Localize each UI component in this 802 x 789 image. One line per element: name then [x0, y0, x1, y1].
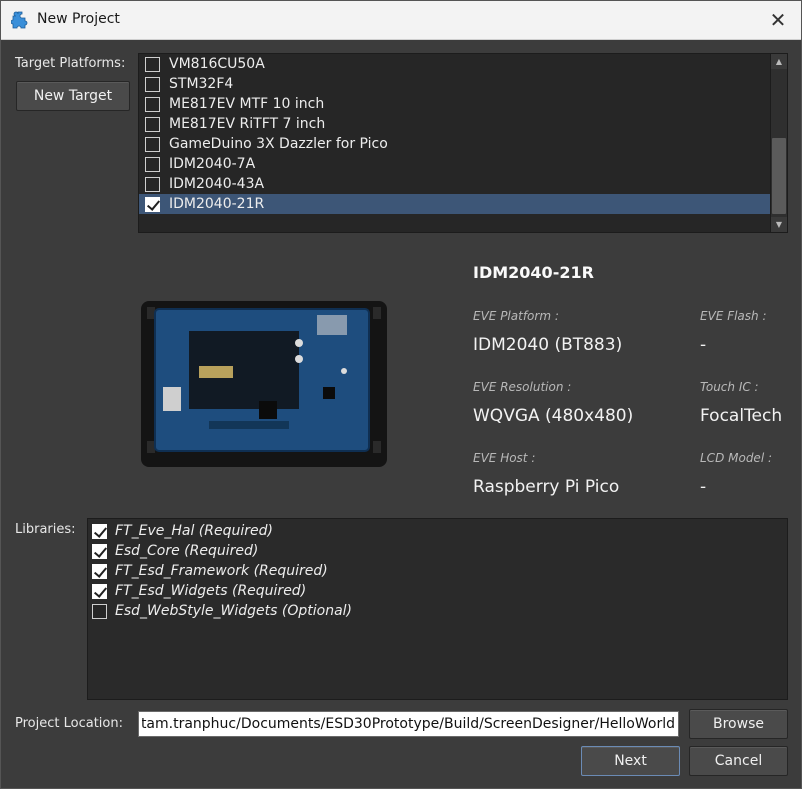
platform-checkbox-checked[interactable] — [145, 196, 160, 212]
platform-label: IDM2040-7A — [169, 156, 256, 172]
touch-ic-key: Touch IC : — [700, 380, 759, 394]
library-label: FT_Esd_Widgets (Required) — [115, 583, 307, 599]
library-row[interactable]: FT_Esd_Framework (Required) — [92, 561, 328, 581]
platform-list-scrollbar[interactable]: ▲ ▼ — [770, 54, 787, 232]
libraries-label: Libraries: — [15, 522, 76, 537]
eve-resolution-key: EVE Resolution : — [473, 380, 572, 394]
platform-checkbox[interactable] — [145, 116, 160, 132]
library-row[interactable]: FT_Eve_Hal (Required) — [92, 521, 273, 541]
eve-host-key: EVE Host : — [473, 451, 536, 465]
library-row[interactable]: Esd_WebStyle_Widgets (Optional) — [92, 601, 352, 621]
title-bar: New Project ✕ — [1, 1, 801, 40]
project-location-label: Project Location: — [15, 716, 123, 731]
scroll-up-arrow-icon[interactable]: ▲ — [771, 54, 787, 69]
scroll-down-arrow-icon[interactable]: ▼ — [771, 217, 787, 232]
target-platforms-label: Target Platforms: — [15, 56, 126, 71]
library-row[interactable]: FT_Esd_Widgets (Required) — [92, 581, 306, 601]
eve-flash-key: EVE Flash : — [700, 309, 767, 323]
libraries-list[interactable]: FT_Eve_Hal (Required) Esd_Core (Required… — [87, 518, 788, 700]
eve-flash-value: - — [700, 335, 707, 355]
platform-row[interactable]: STM32F4 — [139, 74, 771, 94]
platform-list[interactable]: VM816CU50A STM32F4 ME817EV MTF 10 inch M… — [138, 53, 788, 233]
library-label: Esd_Core (Required) — [115, 543, 259, 559]
eve-resolution-value: WQVGA (480x480) — [473, 406, 634, 426]
library-checkbox[interactable] — [92, 603, 107, 619]
window-title: New Project — [37, 11, 120, 27]
new-project-dialog: New Project ✕ Target Platforms: New Targ… — [0, 0, 802, 789]
platform-checkbox[interactable] — [145, 156, 160, 172]
platform-checkbox[interactable] — [145, 176, 160, 192]
platform-row-selected[interactable]: IDM2040-21R — [139, 194, 771, 214]
platform-row[interactable]: ME817EV RiTFT 7 inch — [139, 114, 771, 134]
touch-ic-value: FocalTech — [700, 406, 783, 426]
platform-label: GameDuino 3X Dazzler for Pico — [169, 136, 388, 152]
platform-label: IDM2040-21R — [169, 196, 265, 212]
platform-label: ME817EV MTF 10 inch — [169, 96, 325, 112]
platform-checkbox[interactable] — [145, 76, 160, 92]
cancel-button[interactable]: Cancel — [689, 746, 788, 776]
eve-platform-key: EVE Platform : — [473, 309, 559, 323]
scrollbar-thumb[interactable] — [772, 138, 786, 214]
platform-checkbox[interactable] — [145, 56, 160, 72]
library-checkbox-checked[interactable] — [92, 523, 107, 539]
platform-label: IDM2040-43A — [169, 176, 265, 192]
library-label: FT_Esd_Framework (Required) — [115, 563, 328, 579]
lcd-model-value: - — [700, 477, 707, 497]
platform-row[interactable]: ME817EV MTF 10 inch — [139, 94, 771, 114]
library-label: FT_Eve_Hal (Required) — [115, 523, 273, 539]
platform-checkbox[interactable] — [145, 136, 160, 152]
platform-label: STM32F4 — [169, 76, 234, 92]
device-title: IDM2040-21R — [473, 263, 594, 282]
app-puzzle-icon — [11, 11, 28, 29]
platform-label: VM816CU50A — [169, 56, 265, 72]
library-checkbox-checked[interactable] — [92, 563, 107, 579]
platform-row[interactable]: IDM2040-43A — [139, 174, 771, 194]
project-location-field[interactable] — [139, 712, 678, 736]
platform-row[interactable]: GameDuino 3X Dazzler for Pico — [139, 134, 771, 154]
platform-label: ME817EV RiTFT 7 inch — [169, 116, 326, 132]
next-button[interactable]: Next — [581, 746, 680, 776]
library-row[interactable]: Esd_Core (Required) — [92, 541, 258, 561]
library-checkbox-checked[interactable] — [92, 583, 107, 599]
browse-button[interactable]: Browse — [689, 709, 788, 739]
new-target-button[interactable]: New Target — [16, 81, 130, 111]
library-checkbox-checked[interactable] — [92, 543, 107, 559]
platform-checkbox[interactable] — [145, 96, 160, 112]
library-label: Esd_WebStyle_Widgets (Optional) — [115, 603, 353, 619]
eve-host-value: Raspberry Pi Pico — [473, 477, 620, 497]
platform-row[interactable]: IDM2040-7A — [139, 154, 771, 174]
lcd-model-key: LCD Model : — [700, 451, 773, 465]
close-icon[interactable]: ✕ — [765, 7, 791, 33]
eve-platform-value: IDM2040 (BT883) — [473, 335, 623, 355]
platform-row[interactable]: VM816CU50A — [139, 54, 771, 74]
project-location-field-wrapper — [138, 711, 679, 737]
board-image — [141, 301, 387, 467]
